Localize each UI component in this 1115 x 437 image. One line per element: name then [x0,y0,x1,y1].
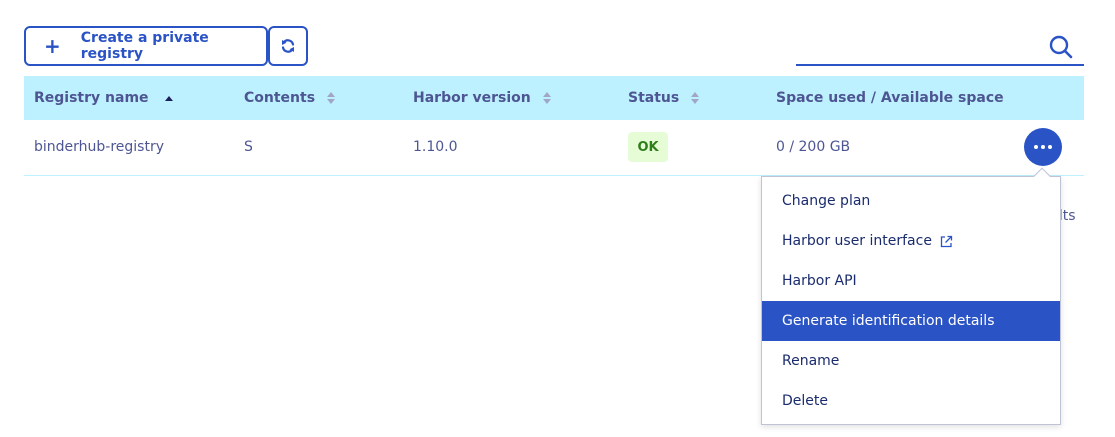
menu-item-harbor-api[interactable]: Harbor API [762,261,1060,301]
menu-item-label: Delete [782,393,828,409]
more-icon-dot [1041,145,1045,149]
column-header-registry-name[interactable]: Registry name [34,90,173,106]
menu-item-rename[interactable]: Rename [762,341,1060,381]
search-field[interactable] [796,28,1084,66]
menu-item-label: Generate identification details [782,313,995,329]
menu-item-label: Change plan [782,193,871,209]
menu-item-label: Harbor user interface [782,233,932,249]
registry-name-cell: binderhub-registry [34,139,165,155]
space-cell: 0 / 200 GB [776,139,851,155]
create-registry-button[interactable]: + Create a private registry [24,26,268,66]
external-link-icon [940,235,953,247]
sort-icon [691,92,700,104]
menu-item-generate-credentials[interactable]: Generate identification details [762,301,1060,341]
column-label: Harbor version [413,90,531,106]
contents-cell: S [244,139,253,155]
search-button[interactable] [1048,34,1074,60]
search-input[interactable] [796,28,1036,62]
menu-item-change-plan[interactable]: Change plan [762,181,1060,221]
plus-icon: + [44,34,61,58]
column-header-contents[interactable]: Contents [244,90,336,106]
harbor-version-cell: 1.10.0 [413,139,458,155]
column-label: Contents [244,90,316,106]
create-registry-label: Create a private registry [80,30,209,62]
sort-icon [327,92,336,104]
table-row: binderhub-registry S 1.10.0 OK 0 / 200 G… [24,120,1084,176]
refresh-button[interactable] [268,26,308,66]
menu-item-label: Rename [782,353,840,369]
registry-table: Registry name Contents Harbor version St… [24,76,1084,176]
column-header-space: Space used / Available space [776,90,1004,106]
refresh-icon [281,39,295,53]
column-label: Registry name [34,90,149,106]
sort-asc-icon [164,95,173,101]
sort-icon [542,92,551,104]
column-label: Status [628,90,680,106]
more-icon-dot [1048,145,1052,149]
status-badge: OK [628,132,668,162]
menu-item-label: Harbor API [782,273,857,289]
column-label: Space used / Available space [776,90,1004,106]
more-icon [1034,145,1038,149]
row-actions-button[interactable] [1024,128,1062,166]
table-header: Registry name Contents Harbor version St… [24,76,1084,120]
menu-item-delete[interactable]: Delete [762,381,1060,421]
column-header-harbor-version[interactable]: Harbor version [413,90,551,106]
column-header-status[interactable]: Status [628,90,700,106]
row-actions-menu: Change plan Harbor user interface Harbor… [761,167,1061,425]
search-icon [1049,35,1073,59]
menu-item-harbor-ui[interactable]: Harbor user interface [762,221,1060,261]
